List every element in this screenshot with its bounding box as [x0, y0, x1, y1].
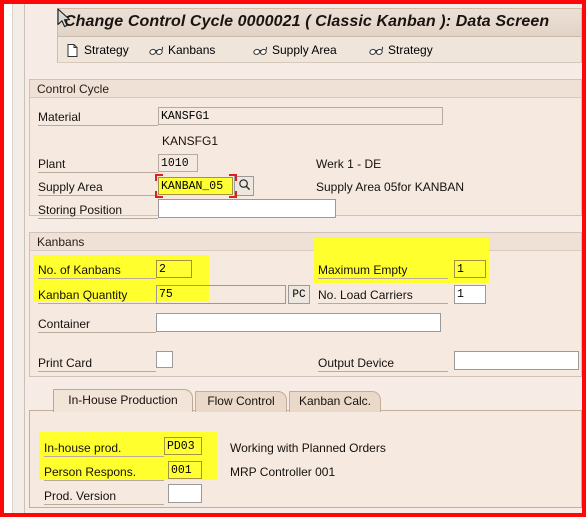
label-no-load-carriers: No. Load Carriers — [318, 288, 448, 304]
output-device-input[interactable] — [454, 351, 579, 370]
magnifier-icon — [238, 178, 251, 194]
label-output-device: Output Device — [318, 356, 448, 372]
left-gutter — [4, 4, 25, 513]
sap-client-area: Change Control Cycle 0000021 ( Classic K… — [25, 4, 582, 513]
kanban-quantity-uom: PC — [288, 285, 310, 304]
glasses-display-icon — [369, 43, 384, 58]
toolbar-button-strategy-display[interactable]: Strategy — [366, 39, 436, 61]
toolbar-label: Kanbans — [168, 43, 216, 57]
tab-strip: In-House Production Flow Control Kanban … — [29, 388, 582, 412]
document-icon — [65, 43, 80, 58]
no-load-carriers-input[interactable] — [454, 285, 486, 304]
glasses-display-icon — [149, 43, 164, 58]
window-title-bar: Change Control Cycle 0000021 ( Classic K… — [57, 8, 582, 37]
kanban-quantity-input[interactable] — [156, 285, 286, 304]
plant-input[interactable] — [158, 154, 198, 172]
page-title: Change Control Cycle 0000021 ( Classic K… — [64, 13, 550, 30]
label-plant: Plant — [38, 157, 158, 173]
label-maximum-empty: Maximum Empty — [318, 263, 448, 279]
glasses-display-icon — [253, 43, 268, 58]
group-title-control-cycle: Control Cycle — [30, 80, 581, 98]
label-person-respons: Person Respons. — [44, 465, 164, 481]
person-respons-input[interactable] — [168, 461, 202, 479]
toolbar-label: Supply Area — [272, 43, 337, 57]
supply-area-search-help-button[interactable] — [234, 176, 254, 196]
container-input[interactable] — [156, 313, 441, 332]
tab-flow-control[interactable]: Flow Control — [195, 391, 287, 412]
plant-description: Werk 1 - DE — [316, 157, 382, 171]
label-no-of-kanbans: No. of Kanbans — [38, 263, 156, 279]
group-kanbans: Kanbans No. of Kanbans Maximum Empty Kan… — [29, 232, 582, 377]
material-description: KANSFG1 — [162, 134, 219, 148]
label-container: Container — [38, 317, 156, 333]
label-in-house-prod: In-house prod. — [44, 441, 164, 457]
supply-area-description: Supply Area 05for KANBAN — [316, 180, 465, 194]
supply-area-input[interactable] — [158, 177, 233, 195]
material-input[interactable] — [158, 107, 443, 125]
in-house-production-content: In-house prod. Working with Planned Orde… — [30, 411, 581, 507]
print-card-checkbox[interactable] — [156, 351, 173, 368]
left-gutter-strip — [12, 4, 24, 513]
label-supply-area: Supply Area — [38, 180, 158, 196]
in-house-prod-description: Working with Planned Orders — [230, 441, 386, 455]
label-print-card: Print Card — [38, 356, 156, 372]
label-kanban-quantity: Kanban Quantity — [38, 288, 156, 304]
group-title-kanbans: Kanbans — [30, 233, 581, 251]
toolbar-label: Strategy — [388, 43, 433, 57]
label-material: Material — [38, 110, 158, 126]
storing-position-input[interactable] — [158, 199, 336, 218]
tab-kanban-calc[interactable]: Kanban Calc. — [289, 391, 381, 412]
in-house-prod-input[interactable] — [164, 437, 202, 455]
application-toolbar: Strategy Kanbans Supply Area Strategy — [57, 37, 582, 63]
label-storing-position: Storing Position — [38, 203, 158, 219]
group-control-cycle: Control Cycle Material KANSFG1 Plant Wer… — [29, 79, 582, 219]
maximum-empty-input[interactable] — [454, 260, 486, 278]
toolbar-button-strategy-doc[interactable]: Strategy — [62, 39, 132, 61]
prod-version-input[interactable] — [168, 484, 202, 503]
person-respons-description: MRP Controller 001 — [230, 465, 336, 479]
tab-in-house-production[interactable]: In-House Production — [53, 389, 193, 412]
sap-gui-screen: Change Control Cycle 0000021 ( Classic K… — [4, 4, 582, 513]
label-prod-version: Prod. Version — [44, 489, 164, 505]
toolbar-button-kanbans[interactable]: Kanbans — [146, 39, 218, 61]
toolbar-button-supply-area[interactable]: Supply Area — [250, 39, 340, 61]
no-of-kanbans-input[interactable] — [156, 260, 192, 278]
toolbar-label: Strategy — [84, 43, 129, 57]
